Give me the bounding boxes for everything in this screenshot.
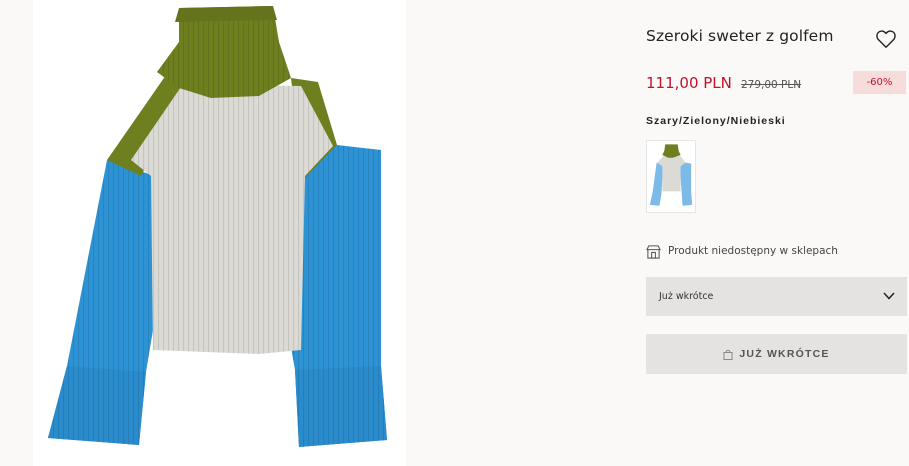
product-title: Szeroki sweter z golfem: [646, 27, 834, 45]
add-to-bag-button[interactable]: JUŻ WKRÓTCE: [646, 334, 907, 374]
store-icon: [646, 244, 661, 259]
original-price: 279,00 PLN: [740, 79, 802, 91]
favorite-button[interactable]: [875, 28, 897, 50]
current-price: 111,00 PLN: [646, 74, 732, 92]
swatch-thumbnail: [649, 144, 693, 206]
add-to-bag-label: JUŻ WKRÓTCE: [739, 348, 830, 360]
shopping-bag-icon: [723, 349, 733, 360]
color-name: Szary/Zielony/Niebieski: [646, 115, 786, 127]
color-swatch[interactable]: [646, 140, 696, 213]
chevron-down-icon: [883, 292, 895, 300]
size-select[interactable]: Już wkrótce: [646, 277, 907, 316]
store-availability-text: Produkt niedostępny w sklepach: [668, 245, 838, 257]
sweater-illustration: [48, 6, 387, 447]
discount-badge: -60%: [853, 71, 906, 94]
store-availability: Produkt niedostępny w sklepach: [646, 242, 838, 260]
product-image[interactable]: [33, 0, 406, 466]
product-panel: Szeroki sweter z golfem 111,00 PLN 279,0…: [646, 0, 909, 466]
heart-icon: [876, 30, 896, 48]
size-select-value: Już wkrótce: [659, 291, 714, 302]
price-row: 111,00 PLN 279,00 PLN: [646, 73, 801, 92]
